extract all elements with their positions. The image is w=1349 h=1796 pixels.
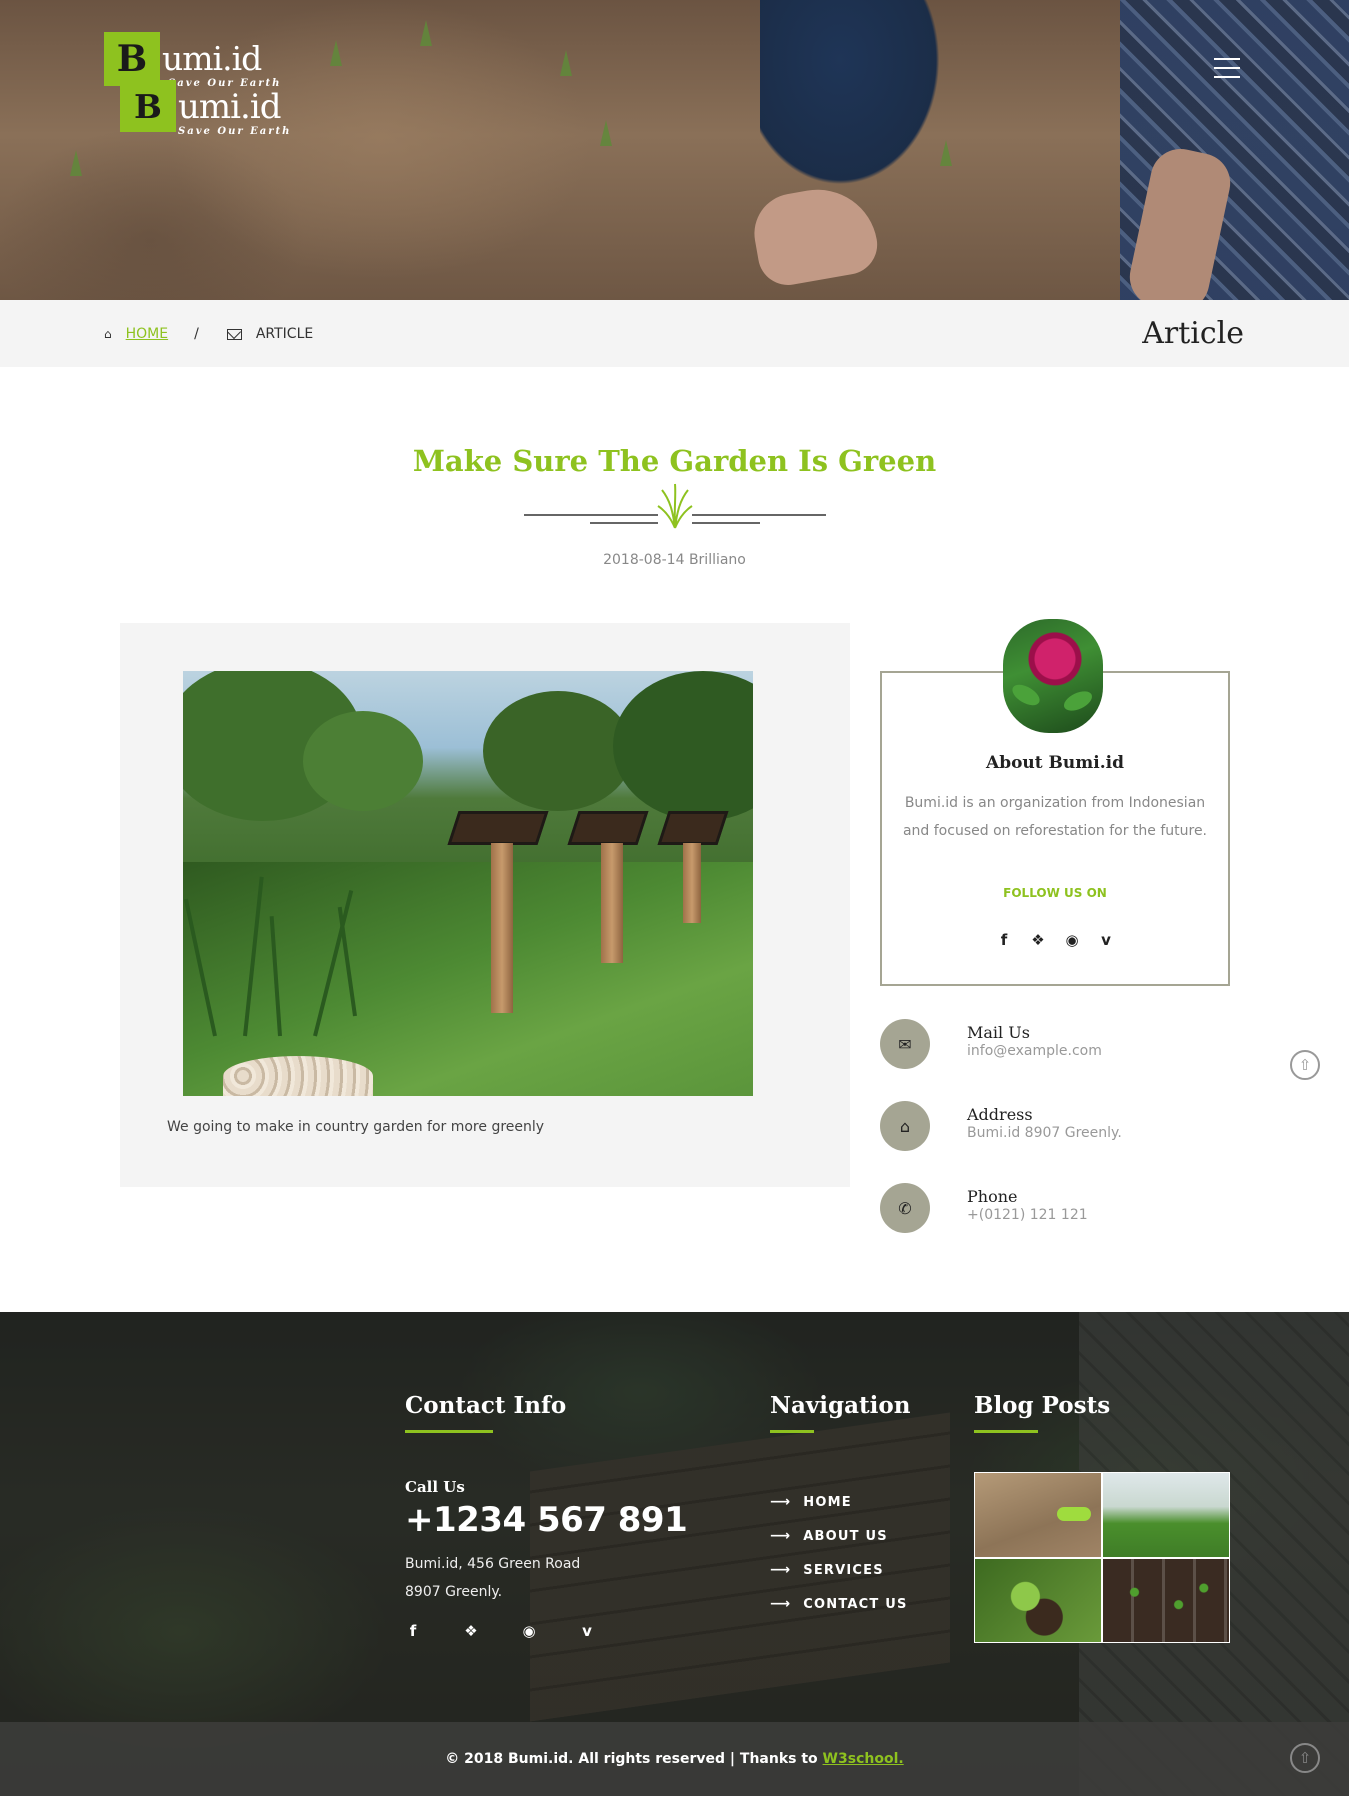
vimeo-icon[interactable]: v bbox=[1098, 931, 1114, 949]
nav-label: HOME bbox=[803, 1494, 852, 1510]
vimeo-icon[interactable]: v bbox=[579, 1622, 595, 1640]
breadcrumb: ⌂ HOME / ARTICLE bbox=[104, 326, 313, 342]
twitter-icon[interactable]: ❖ bbox=[1030, 931, 1046, 949]
arrow-right-icon: ⟶ bbox=[770, 1528, 792, 1544]
site-logo[interactable]: B umi.id Save Our Earth bbox=[104, 32, 279, 89]
contact-label: Mail Us bbox=[967, 1023, 1030, 1042]
nav-label: CONTACT US bbox=[803, 1596, 908, 1612]
breadcrumb-current: ARTICLE bbox=[255, 326, 314, 342]
about-title: About Bumi.id bbox=[986, 753, 1124, 773]
copyright-label: © 2018 Bumi.id. All rights reserved | Th… bbox=[445, 1751, 818, 1767]
twitter-icon[interactable]: ❖ bbox=[463, 1622, 479, 1640]
nav-label: SERVICES bbox=[803, 1562, 884, 1578]
credit-link[interactable]: W3school. bbox=[823, 1751, 904, 1767]
facebook-icon[interactable]: f bbox=[996, 931, 1012, 949]
blog-thumbnail[interactable] bbox=[975, 1558, 1101, 1642]
dribbble-icon[interactable]: ◉ bbox=[521, 1622, 537, 1640]
breadcrumb-bar: ⌂ HOME / ARTICLE Article bbox=[0, 300, 1349, 367]
blog-posts-heading: Blog Posts bbox=[974, 1392, 1111, 1419]
article-caption: We going to make in country garden for m… bbox=[167, 1119, 545, 1135]
article-card: We going to make in country garden for m… bbox=[120, 623, 850, 1187]
nav-label: ABOUT US bbox=[803, 1528, 888, 1544]
contact-value[interactable]: +(0121) 121 121 bbox=[967, 1207, 1088, 1223]
blog-thumbnail[interactable] bbox=[975, 1473, 1101, 1557]
scroll-top-icon[interactable]: ⇧ bbox=[1290, 1050, 1320, 1080]
home-icon: ⌂ bbox=[104, 327, 112, 341]
footer-nav-contact[interactable]: ⟶ CONTACT US bbox=[770, 1587, 908, 1621]
contact-value[interactable]: info@example.com bbox=[967, 1043, 1102, 1059]
facebook-icon[interactable]: f bbox=[405, 1622, 421, 1640]
home-icon: ⌂ bbox=[880, 1101, 930, 1151]
article-title: Make Sure The Garden Is Green bbox=[412, 444, 937, 478]
logo-text: umi.id bbox=[162, 39, 262, 78]
footer-address: Bumi.id, 456 Green Road 8907 Greenly. bbox=[405, 1550, 580, 1606]
arrow-right-icon: ⟶ bbox=[770, 1494, 792, 1510]
sprout-decoration bbox=[560, 50, 572, 76]
footer-nav-about[interactable]: ⟶ ABOUT US bbox=[770, 1519, 908, 1553]
dribbble-icon[interactable]: ◉ bbox=[1064, 931, 1080, 949]
mail-icon: ✉ bbox=[880, 1019, 930, 1069]
footer-nav: ⟶ HOME ⟶ ABOUT US ⟶ SERVICES ⟶ CONTACT US bbox=[770, 1485, 908, 1621]
call-us-label: Call Us bbox=[405, 1478, 465, 1496]
logo-tagline: Save Our Earth bbox=[178, 126, 292, 137]
sprout-decoration bbox=[70, 150, 82, 176]
blog-thumbnail[interactable] bbox=[1103, 1473, 1229, 1557]
grass-divider-icon bbox=[524, 483, 826, 529]
contact-item-mail: ✉ Mail Us info@example.com bbox=[880, 1019, 1260, 1071]
arrow-right-icon: ⟶ bbox=[770, 1562, 792, 1578]
logo-mark: B bbox=[104, 32, 160, 86]
blog-thumbnail-grid bbox=[974, 1472, 1230, 1643]
footer-nav-services[interactable]: ⟶ SERVICES bbox=[770, 1553, 908, 1587]
contact-info-heading: Contact Info bbox=[405, 1392, 567, 1419]
heading-underline bbox=[405, 1430, 493, 1433]
footer-social-links: f ❖ ◉ v bbox=[405, 1622, 595, 1640]
contact-item-address: ⌂ Address Bumi.id 8907 Greenly. bbox=[880, 1101, 1260, 1153]
contact-label: Phone bbox=[967, 1187, 1018, 1206]
breadcrumb-home-link[interactable]: HOME bbox=[126, 326, 168, 342]
article-meta: 2018-08-14 Brilliano bbox=[0, 552, 1349, 568]
phone-icon: ✆ bbox=[880, 1183, 930, 1233]
logo-text: umi.id bbox=[178, 87, 281, 127]
blog-thumbnail[interactable] bbox=[1103, 1558, 1229, 1642]
logo-mark: B bbox=[120, 80, 176, 132]
page-title: Article bbox=[1142, 316, 1244, 351]
follow-label: FOLLOW US ON bbox=[1003, 886, 1107, 900]
sprout-decoration bbox=[420, 20, 432, 46]
about-description: Bumi.id is an organization from Indonesi… bbox=[902, 795, 1208, 839]
arrow-right-icon: ⟶ bbox=[770, 1596, 792, 1612]
footer-nav-home[interactable]: ⟶ HOME bbox=[770, 1485, 908, 1519]
heading-underline bbox=[974, 1430, 1038, 1433]
article-date: 2018-08-14 bbox=[603, 552, 685, 568]
call-number[interactable]: +1234 567 891 bbox=[405, 1500, 688, 1540]
sprout-decoration bbox=[600, 120, 612, 146]
envelope-icon bbox=[226, 328, 242, 340]
article-image bbox=[183, 671, 753, 1096]
address-line: Bumi.id, 456 Green Road bbox=[405, 1556, 581, 1572]
menu-toggle-icon[interactable] bbox=[1214, 58, 1240, 80]
about-social-links: f ❖ ◉ v bbox=[880, 931, 1230, 949]
scroll-top-icon[interactable]: ⇧ bbox=[1290, 1743, 1320, 1773]
sprout-decoration bbox=[330, 40, 342, 66]
article-author: Brilliano bbox=[688, 552, 746, 568]
navigation-heading: Navigation bbox=[770, 1392, 911, 1419]
contact-value: Bumi.id 8907 Greenly. bbox=[967, 1125, 1122, 1141]
rose-avatar bbox=[1003, 619, 1103, 733]
address-line: 8907 Greenly. bbox=[405, 1584, 503, 1600]
contact-label: Address bbox=[967, 1105, 1033, 1124]
contact-item-phone: ✆ Phone +(0121) 121 121 bbox=[880, 1183, 1260, 1235]
heading-underline bbox=[770, 1430, 814, 1433]
copyright-text: © 2018 Bumi.id. All rights reserved | Th… bbox=[0, 1751, 1349, 1767]
footer-logo[interactable]: B umi.id Save Our Earth bbox=[120, 80, 289, 137]
breadcrumb-separator: / bbox=[194, 326, 199, 342]
